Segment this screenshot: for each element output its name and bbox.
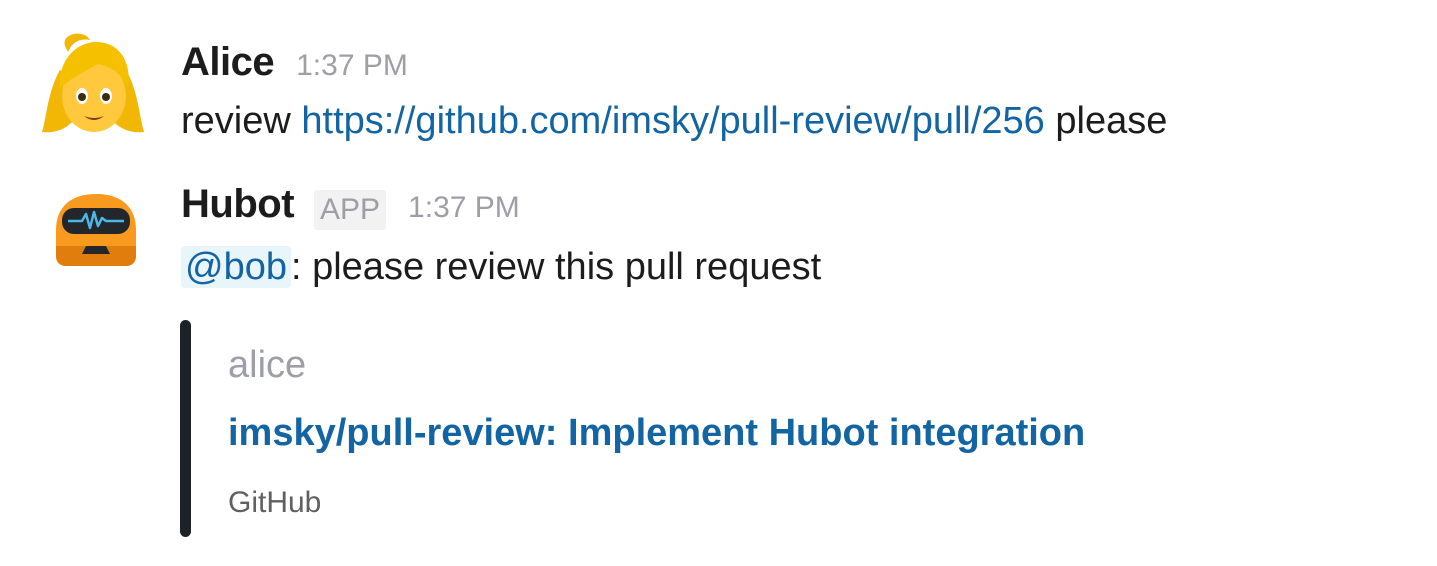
attachment-color-bar — [180, 320, 191, 537]
link-unfurl-attachment: alice imsky/pull-review: Implement Hubot… — [180, 320, 1280, 537]
message-timestamp[interactable]: 1:37 PM — [296, 49, 408, 83]
sender-name[interactable]: Alice — [181, 40, 275, 85]
message-body: review https://github.com/imsky/pull-rev… — [181, 100, 1167, 143]
message-body: @bob: please review this pull request — [181, 246, 821, 289]
attachment-footer: GitHub — [228, 486, 322, 519]
user-mention[interactable]: @bob — [181, 246, 291, 288]
message-text: please — [1044, 100, 1168, 142]
hubot-avatar-icon[interactable] — [50, 190, 142, 270]
message-text: review — [181, 100, 302, 142]
attachment-author: alice — [228, 344, 307, 386]
message-timestamp[interactable]: 1:37 PM — [408, 191, 520, 225]
alice-avatar-icon[interactable] — [38, 30, 148, 140]
message-text: : please review this pull request — [290, 246, 822, 288]
message-alice: Alice 1:37 PM review https://github.com/… — [0, 0, 1437, 160]
message-header: Alice 1:37 PM — [181, 40, 408, 85]
app-badge: APP — [314, 190, 387, 230]
pull-request-link[interactable]: https://github.com/imsky/pull-review/pul… — [301, 100, 1044, 142]
message-header: Hubot APP 1:37 PM — [181, 182, 520, 230]
sender-name[interactable]: Hubot — [181, 182, 295, 227]
attachment-title-link[interactable]: imsky/pull-review: Implement Hubot integ… — [228, 412, 1085, 455]
